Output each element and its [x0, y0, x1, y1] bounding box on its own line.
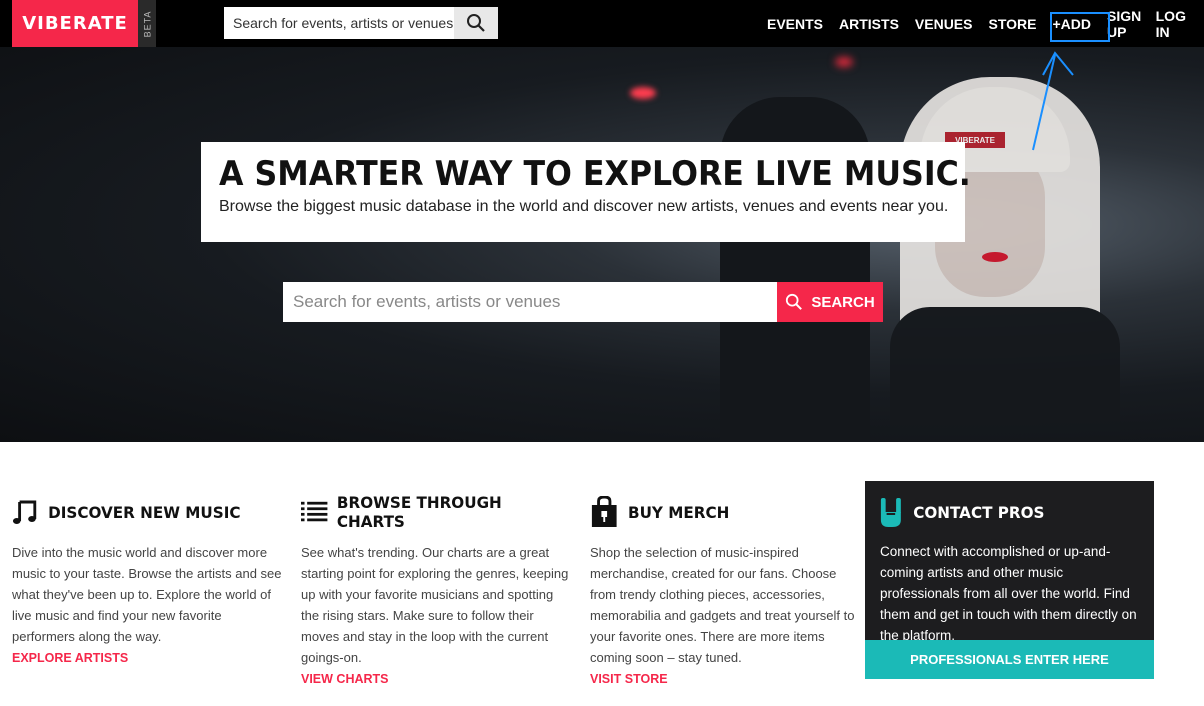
section-title: BUY MERCH [628, 502, 730, 522]
section-title: BROWSE THROUGH CHARTS [336, 493, 502, 531]
main-nav: EVENTS ARTISTS VENUES STORE +ADD SIGN UP… [767, 0, 1204, 47]
section-merch-heading: BUY MERCH [590, 494, 847, 530]
photo-lips [982, 252, 1008, 262]
section-text: See what's trending. Our charts are a gr… [301, 545, 569, 665]
hero-search: SEARCH [283, 282, 883, 322]
nav-venues[interactable]: VENUES [915, 16, 973, 32]
hero-search-button-label: SEARCH [811, 293, 875, 311]
nav-sign-up[interactable]: SIGN UP [1107, 8, 1146, 40]
hero-light [630, 87, 656, 99]
header-search-button[interactable] [454, 7, 498, 39]
section-title: DISCOVER NEW MUSIC [48, 502, 241, 522]
shopping-bag-icon [591, 496, 617, 527]
top-navigation-bar: VIBERATE BETA EVENTS ARTISTS VENUES STOR… [0, 0, 1204, 47]
header-search [224, 7, 498, 39]
section-merch: BUY MERCH Shop the selection of music-in… [590, 494, 860, 686]
beta-label: BETA [142, 10, 152, 37]
hero-headline: A SMARTER WAY TO EXPLORE LIVE MUSIC. [219, 154, 971, 194]
header-search-input[interactable] [224, 7, 454, 39]
hero-light [835, 57, 853, 67]
contact-pros-panel: CONTACT PROS Connect with accomplished o… [865, 481, 1154, 679]
section-text: Shop the selection of music-inspired mer… [590, 545, 855, 665]
section-charts-heading: BROWSE THROUGH CHARTS [301, 493, 558, 531]
view-charts-link[interactable]: VIEW CHARTS [301, 672, 571, 686]
hero-search-button[interactable]: SEARCH [777, 282, 883, 322]
nav-artists[interactable]: ARTISTS [839, 16, 899, 32]
contact-text: Connect with accomplished or up-and-comi… [880, 544, 1137, 643]
beta-badge: BETA [138, 0, 156, 47]
photo-jacket [890, 307, 1120, 442]
sign-up-highlight-annotation [1050, 12, 1110, 42]
section-discover: DISCOVER NEW MUSIC Dive into the music w… [12, 494, 282, 665]
hero-banner: VIBERATE [0, 47, 1204, 442]
list-icon [301, 501, 328, 522]
annotation-arrow-icon [1032, 51, 1074, 151]
nav-events[interactable]: EVENTS [767, 16, 823, 32]
section-charts: BROWSE THROUGH CHARTS See what's trendin… [301, 493, 571, 686]
viberate-logo[interactable]: VIBERATE [12, 0, 138, 47]
rock-hand-icon [880, 498, 901, 527]
explore-artists-link[interactable]: EXPLORE ARTISTS [12, 651, 282, 665]
contact-title: CONTACT PROS [913, 502, 1045, 522]
section-discover-heading: DISCOVER NEW MUSIC [12, 494, 269, 530]
visit-store-link[interactable]: VISIT STORE [590, 672, 860, 686]
search-icon [467, 14, 485, 32]
nav-log-in[interactable]: LOG IN [1156, 8, 1188, 40]
nav-store[interactable]: STORE [988, 16, 1036, 32]
hero-subline: Browse the biggest music database in the… [219, 198, 949, 215]
hero-search-input[interactable] [283, 282, 777, 322]
search-icon [786, 293, 803, 310]
hero-headline-box: A SMARTER WAY TO EXPLORE LIVE MUSIC. Bro… [201, 142, 971, 242]
music-note-icon [12, 500, 37, 524]
professionals-enter-button[interactable]: PROFESSIONALS ENTER HERE [865, 640, 1154, 679]
contact-heading: CONTACT PROS [879, 496, 1044, 528]
section-text: Dive into the music world and discover m… [12, 545, 282, 644]
